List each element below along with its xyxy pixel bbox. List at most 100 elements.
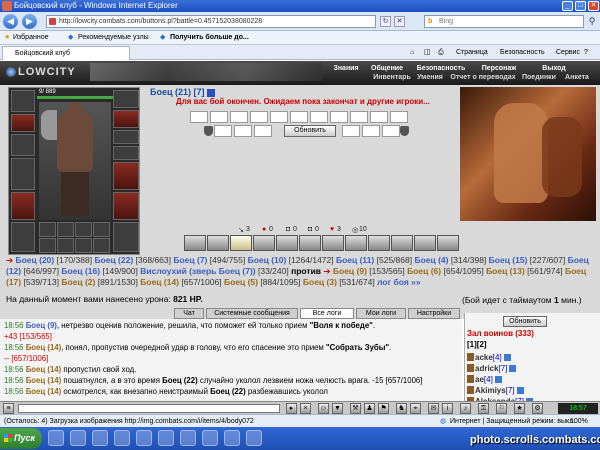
close-button[interactable]: ✕ bbox=[588, 1, 599, 11]
refresh-button[interactable]: Обновить bbox=[284, 125, 336, 137]
ring-slot-2[interactable] bbox=[113, 146, 139, 160]
submenu-inventory[interactable]: Инвентарь bbox=[370, 73, 414, 82]
fighter-link[interactable]: Боец (15) bbox=[489, 255, 528, 265]
taskbar-app-icon[interactable] bbox=[202, 430, 218, 446]
boots-slot[interactable] bbox=[113, 222, 139, 252]
help-icon[interactable]: ? bbox=[584, 45, 588, 60]
tools-menu[interactable]: Сервис bbox=[556, 45, 580, 60]
tab-settings[interactable]: Настройки bbox=[408, 308, 460, 319]
chat-fighter[interactable]: Боец (14) bbox=[26, 387, 62, 396]
hit-cell[interactable] bbox=[190, 111, 208, 123]
player-item[interactable]: acke[4] bbox=[475, 352, 511, 363]
fighter-link[interactable]: Боец (7) bbox=[173, 255, 207, 265]
fighter-link[interactable]: Боец (6) bbox=[407, 266, 441, 276]
bracers-slot[interactable] bbox=[113, 110, 139, 128]
start-button[interactable]: Пуск bbox=[0, 428, 42, 449]
stop-icon[interactable]: ✕ bbox=[394, 16, 405, 27]
flag-icon[interactable]: ⚐ bbox=[496, 403, 507, 414]
trick-icon[interactable] bbox=[322, 235, 344, 251]
player-item[interactable]: ae[4] bbox=[475, 374, 502, 385]
menu-knowledge[interactable]: Знания bbox=[326, 64, 366, 73]
feeds-icon[interactable]: ◫ bbox=[424, 45, 431, 60]
belt-item-slot[interactable] bbox=[57, 222, 74, 237]
lock-icon[interactable]: ⚿ bbox=[478, 403, 489, 414]
info-icon[interactable] bbox=[494, 376, 502, 384]
trick-icon[interactable] bbox=[253, 235, 275, 251]
fighter-link[interactable]: Боец (9) bbox=[333, 266, 367, 276]
belt-item-slot[interactable] bbox=[39, 238, 56, 253]
submenu-battles[interactable]: Поединки bbox=[520, 73, 558, 82]
chat-fighter[interactable]: Боец (9), bbox=[26, 321, 59, 330]
tab-all-logs[interactable]: Все логи bbox=[300, 308, 354, 319]
taskbar-app-icon[interactable] bbox=[70, 430, 86, 446]
minimize-button[interactable]: _ bbox=[562, 1, 573, 11]
taskbar-app-icon[interactable] bbox=[180, 430, 196, 446]
smile-icon[interactable]: ☺ bbox=[318, 403, 329, 414]
weapon-slot[interactable] bbox=[11, 158, 35, 190]
fav-item-get-more[interactable]: Получить больше до... bbox=[170, 31, 249, 45]
block-cell[interactable] bbox=[362, 125, 380, 137]
hall-pages[interactable]: [1][2] bbox=[467, 340, 487, 349]
hit-cell[interactable] bbox=[330, 111, 348, 123]
fighter-name[interactable]: Боец (21) [7] bbox=[150, 87, 215, 97]
trick-icon[interactable] bbox=[437, 235, 459, 251]
belt-item-slot[interactable] bbox=[93, 222, 110, 237]
helmet-slot[interactable] bbox=[11, 90, 35, 112]
url-field[interactable]: http://lowcity.combats.com/buttons.pl?ba… bbox=[46, 15, 376, 28]
tab-active[interactable]: Бойцовский клуб bbox=[2, 46, 130, 60]
taskbar-app-icon[interactable] bbox=[224, 430, 240, 446]
favorites-star-icon[interactable]: ★ bbox=[4, 31, 10, 45]
fighter-link[interactable]: Боец (10) bbox=[248, 255, 287, 265]
block-cell[interactable] bbox=[342, 125, 360, 137]
gloves-slot[interactable] bbox=[113, 90, 139, 108]
hit-cell[interactable] bbox=[290, 111, 308, 123]
player-item[interactable]: Akimiys[7] bbox=[475, 385, 524, 396]
refresh-page-icon[interactable]: ↻ bbox=[380, 16, 391, 27]
fighter-link[interactable]: Боец (3) bbox=[303, 277, 337, 287]
info-small-icon[interactable]: i bbox=[442, 403, 453, 414]
chat-fighter[interactable]: Боец (14) bbox=[26, 376, 62, 385]
print-icon[interactable]: ⎙ bbox=[438, 45, 444, 60]
chat-input[interactable] bbox=[18, 404, 280, 413]
trick-icon[interactable] bbox=[345, 235, 367, 251]
group-icon[interactable]: ♞ bbox=[396, 403, 407, 414]
block-cell[interactable] bbox=[254, 125, 272, 137]
hit-cell[interactable] bbox=[270, 111, 288, 123]
page-menu[interactable]: Страница bbox=[456, 45, 488, 60]
safety-menu[interactable]: Безопасность bbox=[500, 45, 545, 60]
armor-slot[interactable] bbox=[11, 192, 35, 220]
player-item[interactable]: adrick[7] bbox=[475, 363, 517, 374]
fav-item-suggested[interactable]: Рекомендуемые узлы bbox=[78, 31, 149, 45]
submenu-profile[interactable]: Анкета bbox=[558, 73, 596, 82]
hit-cell[interactable] bbox=[370, 111, 388, 123]
taskbar-app-icon[interactable] bbox=[114, 430, 130, 446]
trick-icon[interactable] bbox=[368, 235, 390, 251]
hit-cell[interactable] bbox=[350, 111, 368, 123]
info-icon[interactable] bbox=[516, 387, 524, 395]
belt-item-slot[interactable] bbox=[39, 222, 56, 237]
fighter-link[interactable]: Боец (20) bbox=[16, 255, 55, 265]
search-box[interactable]: Bing bbox=[424, 15, 584, 28]
hit-cell[interactable] bbox=[390, 111, 408, 123]
hit-cell[interactable] bbox=[230, 111, 248, 123]
tab-system[interactable]: Системные сообщения bbox=[206, 308, 298, 319]
ring-slot-1[interactable] bbox=[113, 130, 139, 144]
trick-icon[interactable] bbox=[207, 235, 229, 251]
person-icon[interactable]: ♟ bbox=[364, 403, 375, 414]
taskbar-app-icon[interactable] bbox=[158, 430, 174, 446]
info-icon[interactable] bbox=[206, 88, 215, 97]
battle-log-link[interactable]: лог боя »» bbox=[377, 277, 421, 287]
belt-item-slot[interactable] bbox=[57, 238, 74, 253]
site-logo[interactable]: LOWCITY bbox=[4, 63, 88, 82]
belt-item-slot[interactable] bbox=[75, 238, 92, 253]
block-cell[interactable] bbox=[382, 125, 400, 137]
fighter-link[interactable]: Боец (5) bbox=[224, 277, 258, 287]
send-icon[interactable]: ▸ bbox=[286, 403, 297, 414]
pants-slot[interactable] bbox=[113, 192, 139, 220]
mail-icon[interactable]: ✉ bbox=[428, 403, 439, 414]
fighter-link[interactable]: Боец (13) bbox=[486, 266, 525, 276]
block-cell[interactable] bbox=[214, 125, 232, 137]
character-avatar[interactable] bbox=[39, 102, 111, 220]
taskbar-app-icon[interactable] bbox=[136, 430, 152, 446]
favorites-button[interactable]: Избранное bbox=[13, 31, 48, 45]
